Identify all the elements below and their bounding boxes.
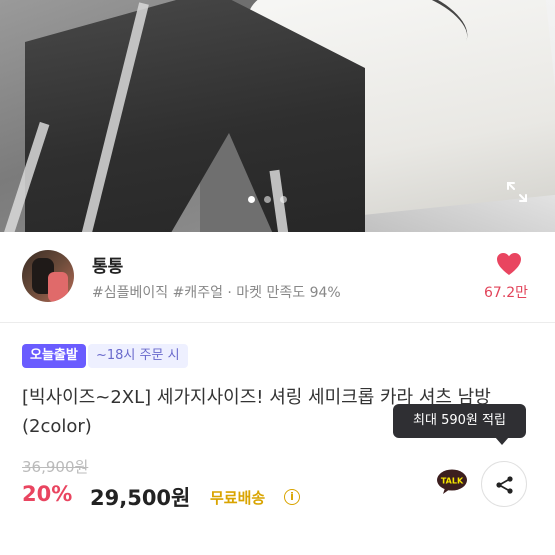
gallery-dot[interactable]: [264, 196, 271, 203]
sale-price: 29,500원: [90, 486, 191, 510]
heart-icon[interactable]: [496, 252, 522, 276]
original-price: 36,900원: [22, 458, 89, 476]
tooltip-arrow: [495, 437, 509, 445]
share-button[interactable]: [481, 461, 527, 507]
gallery-pagination: [248, 196, 287, 203]
product-photo[interactable]: [0, 0, 555, 232]
free-shipping-label: 무료배송: [210, 489, 266, 507]
seller-tags: #심플베이직 #캐주얼 · 마켓 만족도 94%: [92, 285, 341, 301]
info-icon[interactable]: i: [284, 489, 300, 505]
seller-name[interactable]: 통통: [92, 252, 123, 277]
seller-avatar[interactable]: [22, 250, 74, 302]
discount-rate: 20%: [22, 482, 73, 506]
like-count: 67.2만: [484, 285, 529, 301]
avatar-figure: [48, 272, 68, 302]
talk-label: TALK: [441, 477, 464, 486]
points-tooltip: 최대 590원 적립: [393, 404, 526, 438]
gallery-dot[interactable]: [280, 196, 287, 203]
badge-today-shipping: 오늘출발: [22, 344, 86, 368]
share-icon: [496, 476, 513, 494]
kakao-talk-icon[interactable]: TALK: [436, 469, 468, 495]
expand-icon[interactable]: [505, 180, 529, 204]
section-divider: [0, 322, 555, 323]
badge-order-deadline: ~18시 주문 시: [88, 344, 188, 368]
gallery-dot-active[interactable]: [248, 196, 255, 203]
